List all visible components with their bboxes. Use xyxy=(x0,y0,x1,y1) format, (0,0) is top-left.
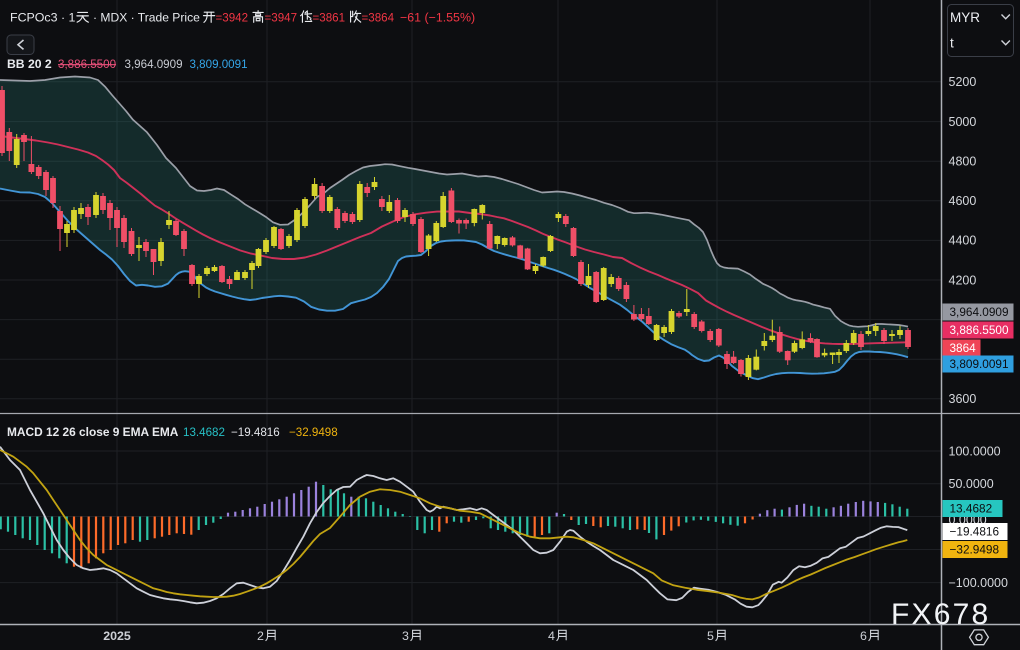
svg-text:−32.9498: −32.9498 xyxy=(289,426,338,439)
svg-text:4600: 4600 xyxy=(949,194,977,208)
svg-text:t: t xyxy=(950,36,954,51)
svg-text:3864: 3864 xyxy=(950,341,977,355)
svg-text:−32.9498: −32.9498 xyxy=(950,543,1000,557)
svg-text:3,886.5500: 3,886.5500 xyxy=(950,323,1009,337)
svg-text:3600: 3600 xyxy=(949,392,977,406)
svg-text:MACD 12 26 close 9 EMA EMA: MACD 12 26 close 9 EMA EMA xyxy=(7,425,179,439)
svg-text:13.4682: 13.4682 xyxy=(950,502,993,516)
svg-text:5000: 5000 xyxy=(949,115,977,129)
svg-text:5200: 5200 xyxy=(949,75,977,89)
svg-text:4200: 4200 xyxy=(949,273,977,287)
svg-text:MYR: MYR xyxy=(950,10,980,25)
svg-text:=3947: =3947 xyxy=(265,12,298,25)
svg-text:4800: 4800 xyxy=(949,155,977,169)
svg-text:FCPOc3 · 1: FCPOc3 · 1 xyxy=(10,11,76,25)
svg-text:100.0000: 100.0000 xyxy=(949,444,1001,458)
svg-text:−19.4816: −19.4816 xyxy=(950,525,1000,539)
svg-text:50.0000: 50.0000 xyxy=(949,477,994,491)
svg-text:13.4682: 13.4682 xyxy=(183,426,225,439)
svg-text:=3864: =3864 xyxy=(362,12,395,25)
svg-text:−19.4816: −19.4816 xyxy=(231,426,280,439)
svg-text:=3861: =3861 xyxy=(313,12,346,25)
svg-text:3,809.0091: 3,809.0091 xyxy=(190,58,248,71)
svg-text:3,886.5500: 3,886.5500 xyxy=(58,58,116,71)
svg-text:3,809.0091: 3,809.0091 xyxy=(950,357,1009,371)
svg-text:3,964.0909: 3,964.0909 xyxy=(950,305,1009,319)
svg-text:BB 20 2: BB 20 2 xyxy=(7,57,52,71)
svg-text:=3942: =3942 xyxy=(216,12,249,25)
svg-text:5: 5 xyxy=(707,629,714,643)
svg-text:6: 6 xyxy=(860,629,867,643)
svg-text:FX678: FX678 xyxy=(891,598,990,631)
svg-text:4: 4 xyxy=(548,629,555,643)
svg-text:3,964.0909: 3,964.0909 xyxy=(125,58,183,71)
svg-text:−100.0000: −100.0000 xyxy=(949,576,1008,590)
svg-text:−61 (−1.55%): −61 (−1.55%) xyxy=(400,11,475,25)
svg-text:4400: 4400 xyxy=(949,234,977,248)
svg-text:2025: 2025 xyxy=(103,629,131,643)
svg-text:3: 3 xyxy=(402,629,409,643)
svg-text:· MDX · Trade Price: · MDX · Trade Price xyxy=(93,11,200,25)
svg-text:2: 2 xyxy=(257,629,264,643)
